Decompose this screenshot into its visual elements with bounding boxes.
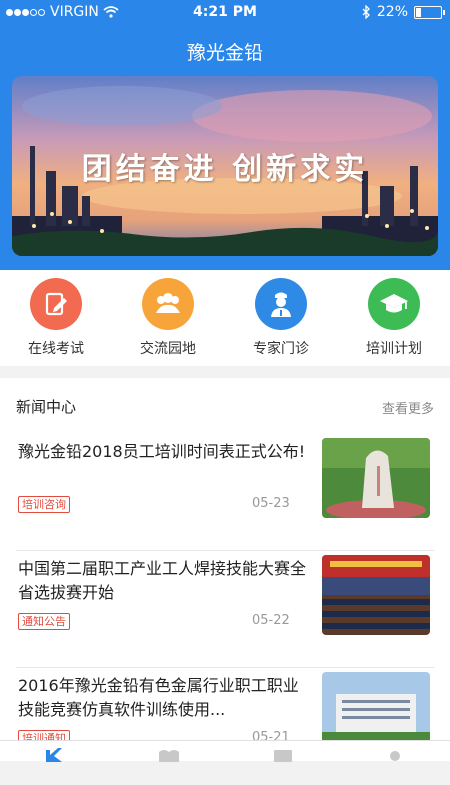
banner-image[interactable]: 团结奋进 创新求实 bbox=[12, 76, 438, 256]
news-date: 05-23 bbox=[252, 496, 290, 511]
news-thumbnail bbox=[322, 555, 430, 635]
tab-learn[interactable] bbox=[158, 747, 180, 762]
news-tag: 通知公告 bbox=[18, 613, 70, 630]
status-bar: VIRGIN 4:21 PM 22% bbox=[0, 0, 450, 26]
edit-icon bbox=[30, 278, 82, 330]
battery-icon bbox=[414, 5, 445, 19]
news-section: 新闻中心 查看更多 豫光金铅2018员工培训时间表正式公布! 培训咨询 05-2… bbox=[0, 378, 450, 760]
news-header: 新闻中心 查看更多 bbox=[0, 378, 450, 430]
menu-community[interactable]: 交流园地 bbox=[112, 278, 224, 358]
header: VIRGIN 4:21 PM 22% 豫光金铅 团结奋进 创新求实 bbox=[0, 0, 450, 270]
news-item[interactable]: 2016年豫光金铅有色金属行业职工职业技能竞赛仿真软件训练使用... 培训通知 … bbox=[0, 668, 450, 785]
news-headline: 中国第二届职工产业工人焊接技能大赛全省选拔赛开始 bbox=[18, 559, 307, 602]
news-tag: 培训咨询 bbox=[18, 496, 70, 513]
news-headline: 2016年豫光金铅有色金属行业职工职业技能竞赛仿真软件训练使用... bbox=[18, 676, 299, 719]
banner-slogan: 团结奋进 创新求实 bbox=[81, 152, 369, 187]
news-thumbnail bbox=[322, 438, 430, 518]
more-link[interactable]: 查看更多 bbox=[382, 398, 434, 417]
menu-label: 在线考试 bbox=[28, 341, 84, 357]
bluetooth-icon bbox=[362, 5, 370, 19]
menu-expert-clinic[interactable]: 专家门诊 bbox=[225, 278, 337, 358]
news-item[interactable]: 豫光金铅2018员工培训时间表正式公布! 培训咨询 05-23 bbox=[0, 434, 450, 551]
graduation-cap-icon bbox=[368, 278, 420, 330]
news-item[interactable]: 中国第二届职工产业工人焊接技能大赛全省选拔赛开始 通知公告 05-22 bbox=[0, 551, 450, 668]
menu-training-plan[interactable]: 培训计划 bbox=[338, 278, 450, 358]
news-headline: 豫光金铅2018员工培训时间表正式公布! bbox=[18, 442, 306, 461]
quick-menu: 在线考试 交流园地 专家门诊 培训计划 bbox=[0, 270, 450, 366]
menu-label: 培训计划 bbox=[366, 341, 422, 357]
tab-list[interactable] bbox=[272, 747, 294, 762]
menu-online-exam[interactable]: 在线考试 bbox=[0, 278, 112, 358]
tab-home[interactable] bbox=[44, 747, 66, 762]
menu-label: 交流园地 bbox=[140, 341, 196, 357]
tab-bar bbox=[0, 740, 450, 762]
group-icon bbox=[142, 278, 194, 330]
tab-profile[interactable] bbox=[384, 747, 406, 761]
menu-label: 专家门诊 bbox=[253, 341, 309, 357]
news-section-title: 新闻中心 bbox=[16, 398, 77, 416]
page-title: 豫光金铅 bbox=[186, 42, 263, 64]
battery-percent: 22% bbox=[376, 4, 408, 20]
doctor-icon bbox=[255, 278, 307, 330]
news-date: 05-22 bbox=[252, 613, 290, 628]
